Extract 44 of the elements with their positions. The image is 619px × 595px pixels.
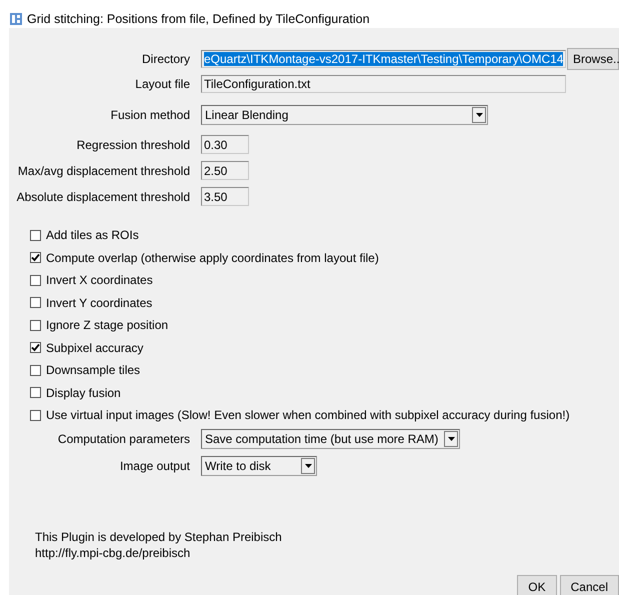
window-title: Grid stitching: Positions from file, Defined by TileConfiguration [27, 12, 370, 26]
checkbox[interactable] [30, 320, 41, 330]
field-label: Directory [142, 52, 190, 66]
number-field[interactable]: 0.30 [201, 135, 249, 154]
text-field[interactable]: TileConfiguration.txt [201, 75, 566, 93]
checkbox[interactable] [30, 230, 41, 240]
checkbox-label: Invert X coordinates [46, 273, 153, 287]
field-label: Fusion method [110, 108, 190, 122]
checkbox-label: Use virtual input images (Slow! Even slower when combined with subpixel accuracy during fusion!) [46, 408, 570, 422]
ok-button[interactable]: OK [517, 575, 557, 595]
checkbox-label: Add tiles as ROIs [46, 228, 139, 242]
checkbox[interactable] [30, 342, 41, 353]
cancel-button[interactable]: Cancel [560, 575, 619, 595]
checkbox[interactable] [30, 274, 41, 286]
caret-icon [448, 437, 455, 441]
credit-text: This Plugin is developed by Stephan Preibisch [35, 530, 283, 544]
field-label: Computation parameters [58, 432, 190, 446]
field-label: Regression threshold [76, 138, 190, 152]
credit-text: http://fly.mpi-cbg.de/preibisch [35, 546, 192, 560]
field-label: Absolute displacement threshold [16, 190, 190, 204]
field-label: Image output [120, 459, 190, 473]
checkbox[interactable] [30, 364, 41, 376]
checkbox[interactable] [30, 252, 41, 263]
checkbox[interactable] [30, 387, 41, 398]
checkbox-label: Invert Y coordinates [46, 296, 152, 310]
number-field[interactable]: 3.50 [201, 187, 249, 206]
caret-icon [304, 464, 312, 468]
checkbox-label: Display fusion [46, 386, 121, 400]
dropdown[interactable]: Write to disk [201, 456, 317, 476]
checkbox-label: Downsample tiles [46, 363, 140, 377]
directory-field[interactable]: eQuartz\ITKMontage-vs2017-ITKmaster\Testing\Temporary\OMC14 [201, 50, 566, 68]
number-field[interactable]: 2.50 [201, 161, 249, 180]
field-label: Layout file [135, 77, 190, 91]
checkbox[interactable] [30, 297, 41, 308]
app-icon [10, 13, 22, 25]
checkbox-label: Ignore Z stage position [46, 318, 168, 332]
browse-button[interactable]: Browse.. [567, 48, 619, 70]
checkbox[interactable] [30, 410, 41, 420]
caret-icon [476, 113, 482, 117]
checkbox-label: Compute overlap (otherwise apply coordinates from layout file) [46, 250, 379, 264]
checkbox-label: Subpixel accuracy [46, 340, 144, 354]
field-label: Max/avg displacement threshold [18, 164, 190, 178]
dropdown[interactable]: Save computation time (but use more RAM) [201, 429, 460, 449]
dropdown[interactable]: Linear Blending [201, 105, 488, 125]
